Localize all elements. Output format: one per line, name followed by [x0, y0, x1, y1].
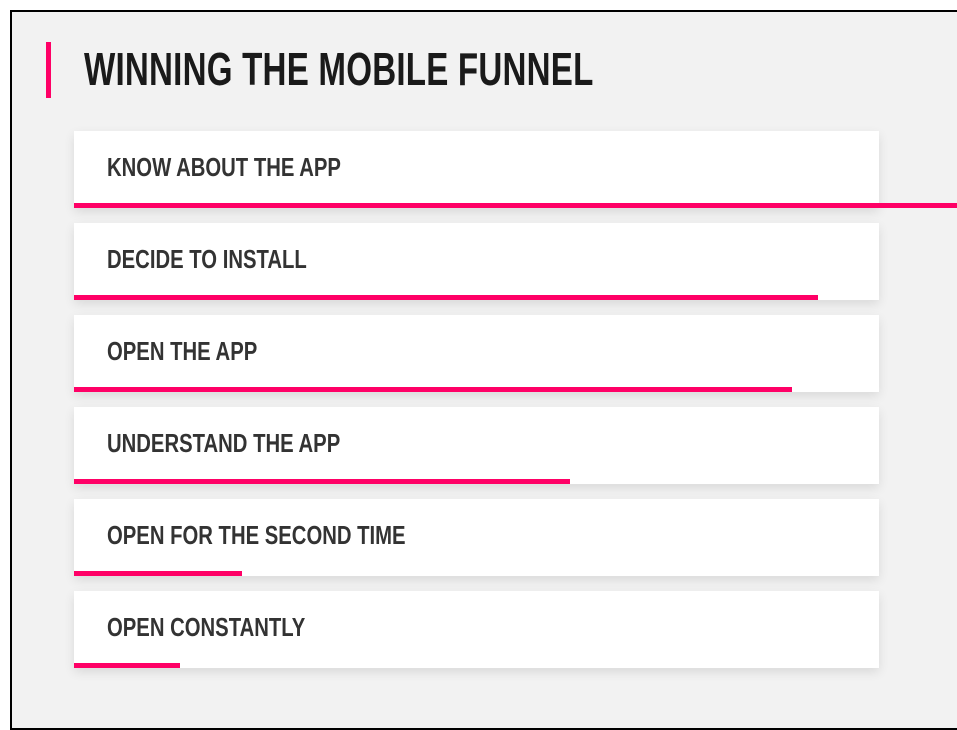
title-accent-bar: [46, 42, 51, 98]
funnel-progress-bar: [74, 203, 957, 208]
funnel-step-label: UNDERSTAND THE APP: [107, 428, 341, 458]
funnel-step: OPEN THE APP: [74, 315, 879, 392]
funnel-step: DECIDE TO INSTALL: [74, 223, 879, 300]
funnel-step: OPEN CONSTANTLY: [74, 591, 879, 668]
funnel-step: OPEN FOR THE SECOND TIME: [74, 499, 879, 576]
funnel-progress-bar: [74, 571, 242, 576]
funnel-step-label: OPEN CONSTANTLY: [107, 612, 306, 642]
funnel-progress-bar: [74, 663, 180, 668]
funnel-step: KNOW ABOUT THE APP: [74, 131, 957, 208]
funnel-step-label: DECIDE TO INSTALL: [107, 244, 307, 274]
funnel-step: UNDERSTAND THE APP: [74, 407, 879, 484]
funnel-progress-bar: [74, 479, 570, 484]
slide: WINNING THE MOBILE FUNNEL KNOW ABOUT THE…: [10, 10, 957, 730]
funnel-list: KNOW ABOUT THE APP DECIDE TO INSTALL OPE…: [74, 131, 957, 683]
funnel-step-label: KNOW ABOUT THE APP: [107, 152, 341, 182]
funnel-progress-bar: [74, 295, 818, 300]
page-title: WINNING THE MOBILE FUNNEL: [84, 43, 594, 95]
funnel-step-label: OPEN FOR THE SECOND TIME: [107, 520, 406, 550]
funnel-step-label: OPEN THE APP: [107, 336, 258, 366]
funnel-progress-bar: [74, 387, 792, 392]
